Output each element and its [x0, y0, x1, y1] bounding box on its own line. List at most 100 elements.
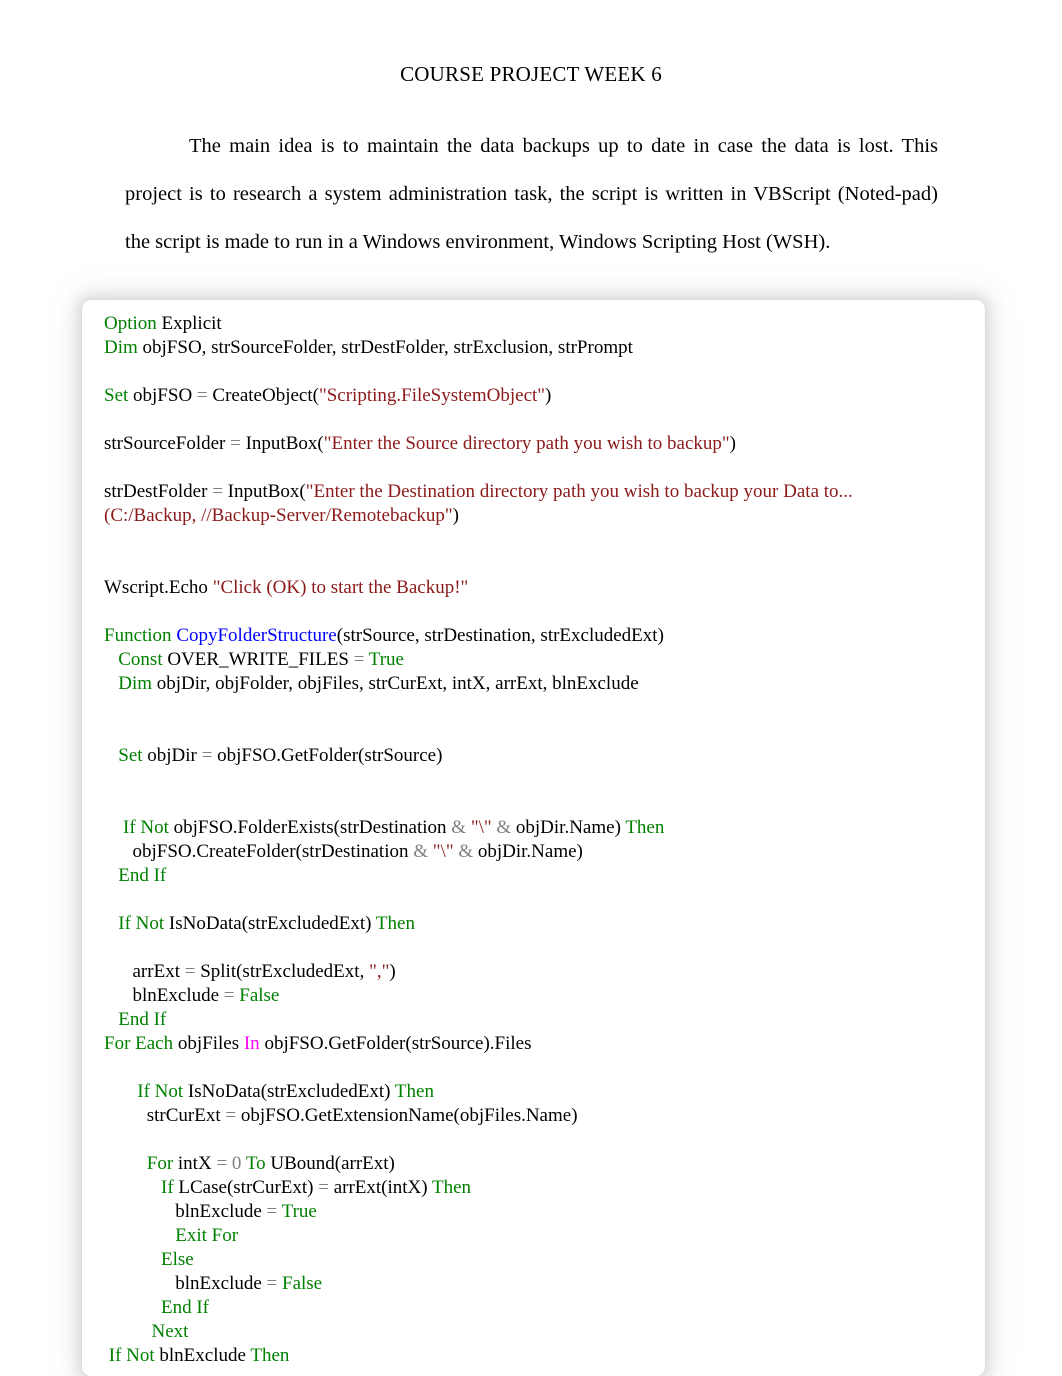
code-line: Option Explicit	[104, 312, 975, 336]
code-token-kw: If Not	[108, 1345, 155, 1366]
code-token-str: (C:/Backup, //Backup-Server/Remotebackup…	[104, 505, 453, 526]
code-token-kw: Option	[104, 313, 157, 334]
code-token-id: blnExclude	[154, 1345, 251, 1366]
code-token-id: arrExt	[104, 961, 185, 982]
code-token-id: CreateObject(	[207, 385, 319, 406]
code-token-kw: End If	[118, 865, 167, 886]
code-token-id: Split(strExcludedExt,	[195, 961, 370, 982]
code-line: Set objFSO = CreateObject("Scripting.Fil…	[104, 384, 975, 408]
code-line: blnExclude = False	[104, 1272, 975, 1296]
code-token-kw: Set	[104, 385, 129, 406]
code-token-id: OVER_WRITE_FILES	[162, 649, 354, 670]
code-token-id: InputBox(	[222, 481, 306, 502]
code-token-id	[104, 865, 118, 886]
code-token-kw: True	[364, 649, 404, 670]
code-token-id: objDir.Name)	[473, 841, 583, 862]
code-token-op: =	[212, 481, 223, 502]
code-line: objFSO.CreateFolder(strDestination & "\"…	[104, 840, 975, 864]
page-title: COURSE PROJECT WEEK 6	[400, 62, 662, 86]
code-token-op: =	[318, 1177, 329, 1198]
code-token-kw: False	[277, 1273, 323, 1294]
code-token-id: UBound(arrExt)	[265, 1153, 395, 1174]
code-token-kw: To	[241, 1153, 266, 1174]
code-token-op: =	[230, 433, 241, 454]
code-token-kw: Else	[161, 1249, 194, 1270]
code-token-id: Explicit	[156, 313, 222, 334]
code-token-kw: If Not	[118, 913, 165, 934]
code-token-id: blnExclude	[104, 1273, 267, 1294]
code-token-id: IsNoData(strExcludedExt)	[183, 1081, 395, 1102]
code-token-kw: Dim	[104, 337, 138, 358]
code-line: Function CopyFolderStructure(strSource, …	[104, 624, 975, 648]
code-token-kw: Then	[250, 1345, 290, 1366]
code-token-str: ","	[369, 961, 390, 982]
code-line: Wscript.Echo "Click (OK) to start the Ba…	[104, 576, 975, 600]
code-token-op: =	[266, 1201, 278, 1222]
code-token-id	[104, 1009, 118, 1030]
code-line: Set objDir = objFSO.GetFolder(strSource)	[104, 744, 975, 768]
code-token-op: =	[353, 649, 365, 670]
code-line: Dim objFSO, strSourceFolder, strDestFold…	[104, 336, 975, 360]
code-token-kw: Then	[625, 817, 665, 838]
code-token-kw: If Not	[123, 817, 169, 838]
code-line: If Not IsNoData(strExcludedExt) Then	[104, 1080, 975, 1104]
code-token-kw: Then	[432, 1177, 472, 1198]
code-line: End If	[104, 1296, 975, 1320]
code-line: Const OVER_WRITE_FILES = True	[104, 648, 975, 672]
code-token-kw: False	[234, 985, 280, 1006]
code-token-kw: Const	[118, 649, 163, 670]
code-token-str: "Scripting.FileSystemObject"	[318, 385, 546, 406]
code-token-kw: Next	[151, 1321, 189, 1342]
code-line: End If	[104, 1008, 975, 1032]
code-line: If Not objFSO.FolderExists(strDestinatio…	[104, 816, 975, 840]
code-token-id: InputBox(	[240, 433, 324, 454]
code-token-kw: True	[277, 1201, 317, 1222]
code-token-op: =	[201, 745, 213, 766]
code-line: Dim objDir, objFolder, objFiles, strCurE…	[104, 672, 975, 696]
code-token-id: blnExclude	[104, 985, 224, 1006]
code-line: For Each objFiles In objFSO.GetFolder(st…	[104, 1032, 975, 1056]
code-token-kw: End If	[161, 1297, 210, 1318]
code-token-id: objFSO	[128, 385, 197, 406]
code-token-str: "\"	[466, 817, 492, 838]
code-token-kw: Then	[375, 913, 415, 934]
code-token-id	[104, 1153, 147, 1174]
code-token-kw: For	[146, 1153, 174, 1174]
code-line: Next	[104, 1320, 975, 1344]
code-token-kw: For Each	[104, 1033, 174, 1054]
code-token-str: "\"	[428, 841, 454, 862]
code-token-id: blnExclude	[104, 1201, 267, 1222]
code-token-str: "Enter the Destination directory path yo…	[305, 481, 853, 502]
code-token-op: &	[451, 817, 467, 838]
code-token-id	[104, 745, 118, 766]
code-token-str: "Enter the Source directory path you wis…	[323, 433, 730, 454]
code-token-id: objFSO, strSourceFolder, strDestFolder, …	[137, 337, 633, 358]
code-token-id: LCase(strCurExt)	[173, 1177, 319, 1198]
code-token-id	[104, 1177, 161, 1198]
code-token-id	[104, 913, 118, 934]
code-line: arrExt = Split(strExcludedExt, ",")	[104, 960, 975, 984]
code-block-panel: Option Explicit Dim objFSO, strSourceFold…	[82, 300, 985, 1376]
code-token-id: Wscript.Echo	[104, 577, 213, 598]
code-token-id: arrExt(intX)	[328, 1177, 433, 1198]
code-token-kw: If	[161, 1177, 174, 1198]
code-token-op: =	[216, 1153, 228, 1174]
code-token-op: &	[453, 841, 474, 862]
code-token-id	[104, 1321, 152, 1342]
code-token-id	[104, 1249, 161, 1270]
code-token-id: objDir, objFolder, objFiles, strCurExt, …	[152, 673, 639, 694]
code-token-id	[104, 1225, 175, 1246]
code-token-str: "Click (OK) to start the Backup!"	[212, 577, 469, 598]
code-token-id: objFSO.FolderExists(strDestination	[168, 817, 452, 838]
code-token-op: =	[184, 961, 196, 982]
